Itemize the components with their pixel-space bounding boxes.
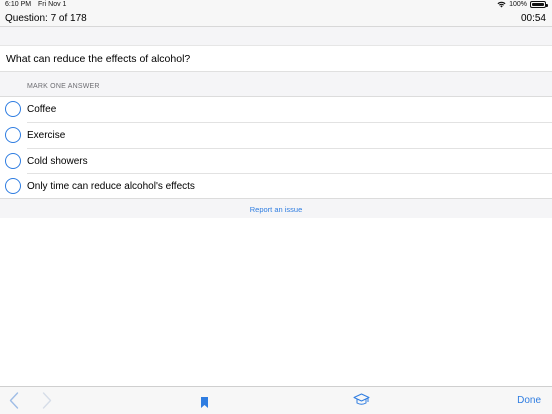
- answer-label: Exercise: [27, 129, 66, 141]
- answer-option-cold-showers[interactable]: Cold showers: [0, 149, 552, 175]
- status-time: 6:10 PM: [5, 1, 32, 8]
- bookmark-button[interactable]: [201, 395, 208, 413]
- answer-option-only-time[interactable]: Only time can reduce alcohol's effects: [0, 174, 552, 200]
- battery-percent: 100%: [509, 1, 527, 8]
- answer-option-exercise[interactable]: Exercise: [0, 123, 552, 149]
- radio-circle-icon[interactable]: [5, 152, 21, 169]
- status-bar: 6:10 PM Fri Nov 1 100%: [0, 0, 552, 10]
- bookmark-icon: [201, 397, 208, 408]
- radio-circle-icon[interactable]: [5, 101, 21, 117]
- nav-bar: Question: 7 of 178 00:54: [0, 10, 552, 27]
- graduation-cap-icon: [353, 393, 370, 405]
- back-button[interactable]: [9, 392, 19, 414]
- content-area: [0, 218, 552, 386]
- answer-option-coffee[interactable]: Coffee: [0, 97, 552, 123]
- spacer: [0, 27, 552, 45]
- status-right: 100%: [497, 1, 548, 8]
- radio-circle-icon[interactable]: [5, 178, 21, 195]
- forward-button[interactable]: [42, 392, 52, 414]
- report-issue-link[interactable]: Report an issue: [0, 205, 552, 214]
- chevron-left-icon: [9, 392, 19, 409]
- answer-list: Coffee Exercise Cold showers Only time c…: [0, 96, 552, 199]
- battery-icon: [530, 1, 548, 8]
- answer-label: Cold showers: [27, 155, 88, 167]
- status-date: Fri Nov 1: [38, 1, 67, 8]
- question-counter: Question: 7 of 178: [5, 13, 87, 24]
- answers-header: MARK ONE ANSWER: [27, 83, 100, 90]
- radio-circle-icon[interactable]: [5, 126, 21, 143]
- bottom-toolbar: Done: [0, 386, 552, 414]
- study-button[interactable]: [353, 393, 370, 411]
- status-left: 6:10 PM Fri Nov 1: [5, 1, 71, 8]
- done-button[interactable]: Done: [517, 395, 541, 406]
- wifi-icon: [497, 1, 506, 8]
- answer-label: Only time can reduce alcohol's effects: [27, 181, 195, 193]
- question-text: What can reduce the effects of alcohol?: [0, 45, 552, 72]
- chevron-right-icon: [42, 392, 52, 409]
- battery-fill: [532, 3, 544, 6]
- answer-label: Coffee: [27, 104, 57, 115]
- timer: 00:54: [520, 13, 546, 24]
